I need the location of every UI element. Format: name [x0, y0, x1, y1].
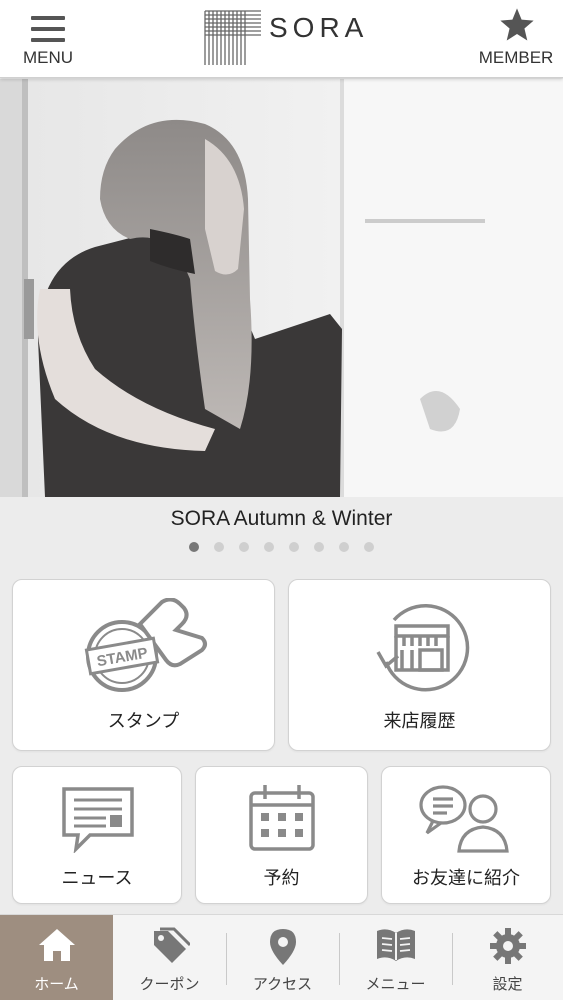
bottom-tab-bar: ホーム クーポン アクセス メニュー 設定 [0, 914, 563, 1000]
carousel-dot[interactable] [264, 542, 274, 552]
carousel-dot[interactable] [339, 542, 349, 552]
tab-access-label: アクセス [252, 975, 313, 993]
book-icon [376, 929, 415, 961]
tab-home[interactable]: ホーム [0, 915, 113, 1000]
carousel-dot[interactable] [364, 542, 374, 552]
app-header: MENU SORA MEMBER [0, 0, 563, 78]
star-icon [500, 8, 534, 41]
logo-mark-icon [204, 10, 261, 65]
carousel-pagination[interactable] [189, 542, 379, 554]
stamp-label: スタンプ [107, 711, 180, 732]
news-label: ニュース [61, 868, 133, 889]
map-pin-icon [269, 929, 296, 965]
tab-settings-label: 設定 [492, 975, 523, 993]
gear-icon [489, 928, 526, 964]
reservation-label: 予約 [263, 868, 300, 889]
tab-home-label: ホーム [34, 975, 79, 993]
stamp-icon: STAMP [84, 598, 207, 692]
calendar-icon [249, 785, 315, 851]
carousel-dot[interactable] [189, 542, 199, 552]
news-icon [62, 787, 134, 853]
carousel-dot[interactable] [214, 542, 224, 552]
menu-button[interactable]: MENU [14, 10, 82, 70]
home-icon [38, 929, 75, 961]
member-button[interactable]: MEMBER [474, 6, 558, 70]
brand-logo[interactable]: SORA [203, 10, 363, 68]
tab-coupon[interactable]: クーポン [113, 915, 226, 1000]
reservation-tile[interactable]: 予約 [195, 766, 368, 904]
shop-history-icon [376, 604, 470, 692]
carousel-caption: SORA Autumn & Winter [170, 507, 393, 530]
tab-menu-label: メニュー [365, 975, 426, 993]
member-label: MEMBER [478, 48, 554, 67]
tab-coupon-label: クーポン [139, 975, 200, 993]
invite-friend-tile[interactable]: お友達に紹介 [381, 766, 551, 904]
news-tile[interactable]: ニュース [12, 766, 182, 904]
visit-history-tile[interactable]: 来店履歴 [288, 579, 551, 751]
visit-history-label: 来店履歴 [383, 711, 456, 732]
carousel-dot[interactable] [289, 542, 299, 552]
carousel-dot[interactable] [314, 542, 324, 552]
menu-label: MENU [22, 48, 74, 67]
tab-menu[interactable]: メニュー [339, 915, 452, 1000]
stamp-tile[interactable]: STAMP スタンプ [12, 579, 275, 751]
tab-settings[interactable]: 設定 [452, 915, 563, 1000]
carousel-dot[interactable] [239, 542, 249, 552]
hamburger-icon [31, 16, 65, 42]
invite-friend-label: お友達に紹介 [412, 868, 520, 889]
logo-text: SORA [269, 12, 369, 43]
coupon-tag-icon [153, 927, 190, 963]
tab-access[interactable]: アクセス [226, 915, 339, 1000]
invite-friend-icon [419, 785, 509, 853]
hero-photo [0, 79, 563, 497]
hero-slide-image[interactable] [0, 79, 563, 497]
